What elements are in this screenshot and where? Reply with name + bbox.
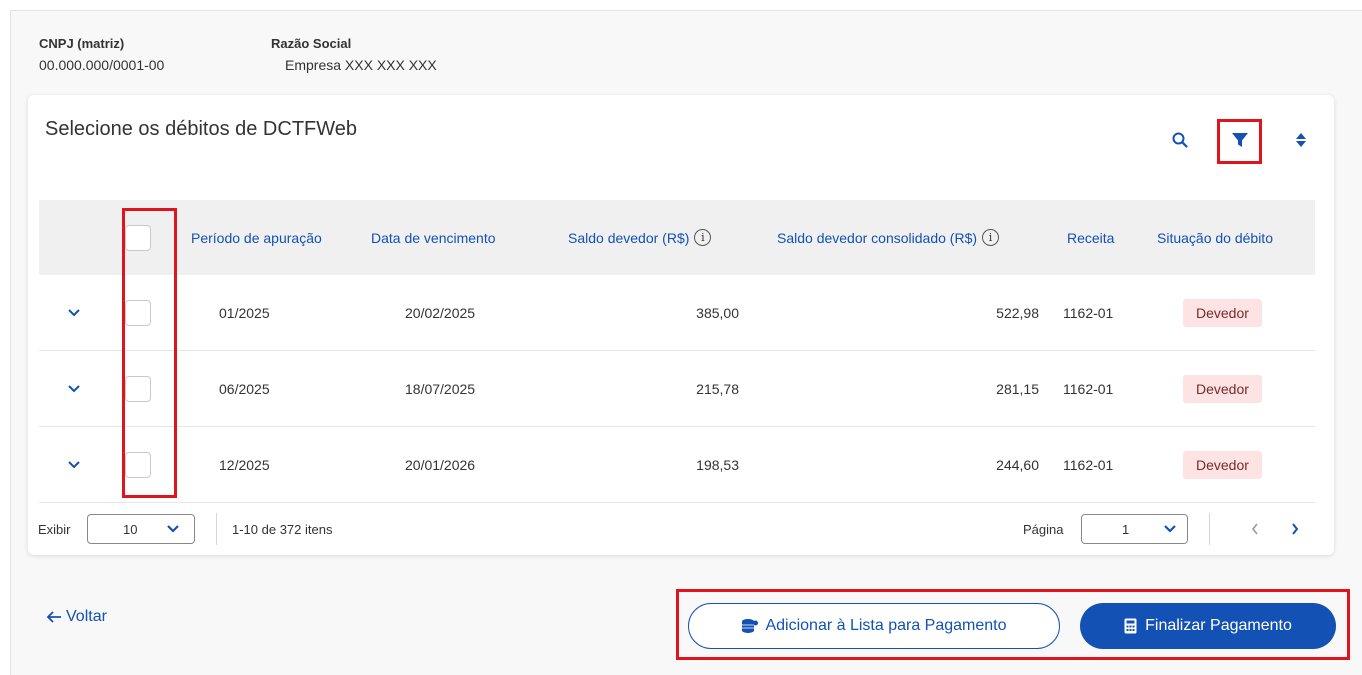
header-saldo-consolidado-label: Saldo devedor consolidado (R$)	[777, 229, 978, 246]
cell-saldo: 215,78	[696, 381, 739, 397]
chevron-down-icon	[68, 461, 80, 469]
header-vencimento[interactable]: Data de vencimento	[371, 200, 496, 275]
sort-button[interactable]	[1288, 127, 1314, 153]
table-row: 12/2025 20/01/2026 198,53 244,60 1162-01…	[39, 427, 1315, 503]
back-label: Voltar	[66, 608, 107, 625]
cell-saldo-consolidado: 281,15	[996, 381, 1039, 397]
expand-row-button[interactable]	[67, 275, 81, 351]
cell-situacao: Devedor	[1183, 351, 1262, 427]
cell-periodo: 06/2025	[219, 381, 270, 397]
chevron-down-icon	[68, 309, 80, 317]
finish-payment-label: Finalizar Pagamento	[1145, 617, 1292, 634]
header-situacao[interactable]: Situação do débito	[1157, 200, 1273, 275]
header-saldo-consolidado[interactable]: Saldo devedor consolidado (R$) i	[777, 200, 1000, 275]
page-number-select[interactable]: 1	[1081, 514, 1188, 544]
table-header: Período de apuração Data de vencimento S…	[39, 200, 1315, 275]
cell-saldo: 198,53	[696, 457, 739, 473]
razao-social-block: Razão Social Empresa XXX XXX XXX	[271, 36, 437, 73]
status-badge: Devedor	[1183, 375, 1262, 403]
sort-icon	[1296, 133, 1306, 147]
debits-card: Selecione os débitos de DCTFWeb Período …	[28, 95, 1334, 555]
info-icon[interactable]: i	[982, 229, 1000, 246]
filter-icon	[1232, 133, 1248, 147]
search-button[interactable]	[1167, 127, 1193, 153]
search-icon	[1172, 132, 1188, 148]
cell-vencimento: 18/07/2025	[405, 381, 476, 397]
row-checkbox[interactable]	[125, 376, 151, 402]
arrow-left-icon	[46, 611, 61, 623]
calculator-icon	[1124, 618, 1137, 634]
card-title: Selecione os débitos de DCTFWeb	[45, 118, 358, 140]
row-select-cell	[125, 351, 151, 427]
status-badge: Devedor	[1183, 451, 1262, 479]
chevron-down-icon	[167, 525, 179, 533]
divider	[1209, 513, 1210, 545]
cnpj-block: CNPJ (matriz) 00.000.000/0001-00	[39, 36, 164, 73]
select-all-cell	[125, 200, 151, 275]
chevron-left-icon	[1251, 523, 1258, 535]
cell-receita: 1162-01	[1063, 381, 1114, 397]
header-saldo[interactable]: Saldo devedor (R$) i	[568, 200, 712, 275]
cell-receita: 1162-01	[1063, 457, 1114, 473]
filter-button[interactable]	[1227, 127, 1253, 153]
back-button[interactable]: Voltar	[46, 608, 107, 626]
pagination-bar: Exibir 10 1-10 de 372 itens Página 1	[28, 503, 1334, 555]
row-select-cell	[125, 275, 151, 351]
add-to-payment-list-button[interactable]: Adicionar à Lista para Pagamento	[688, 603, 1060, 649]
expand-row-button[interactable]	[67, 351, 81, 427]
page-number-value: 1	[1122, 521, 1130, 537]
add-to-payment-list-label: Adicionar à Lista para Pagamento	[765, 617, 1007, 634]
page-size-value: 10	[123, 521, 138, 537]
header-periodo[interactable]: Período de apuração	[191, 200, 322, 275]
row-checkbox[interactable]	[125, 300, 151, 326]
cnpj-value: 00.000.000/0001-00	[39, 57, 165, 73]
cell-vencimento: 20/02/2025	[405, 305, 476, 321]
cell-receita: 1162-01	[1063, 305, 1114, 321]
header-receita[interactable]: Receita	[1067, 200, 1114, 275]
pagina-label: Página	[1023, 521, 1064, 537]
next-page-button[interactable]	[1290, 503, 1300, 555]
row-checkbox[interactable]	[125, 452, 151, 478]
chevron-down-icon	[1164, 525, 1176, 533]
prev-page-button[interactable]	[1250, 503, 1260, 555]
cell-saldo-consolidado: 522,98	[996, 305, 1039, 321]
cell-saldo-consolidado: 244,60	[996, 457, 1039, 473]
range-text: 1-10 de 372 itens	[232, 521, 333, 537]
cell-situacao: Devedor	[1183, 427, 1262, 503]
razao-social-label: Razão Social	[271, 36, 352, 51]
table-row: 01/2025 20/02/2025 385,00 522,98 1162-01…	[39, 275, 1315, 351]
finish-payment-button[interactable]: Finalizar Pagamento	[1080, 603, 1336, 649]
cell-periodo: 12/2025	[219, 457, 270, 473]
row-select-cell	[125, 427, 151, 503]
header-saldo-label: Saldo devedor (R$)	[568, 229, 690, 246]
info-icon[interactable]: i	[694, 229, 712, 246]
cell-saldo: 385,00	[696, 305, 739, 321]
chevron-down-icon	[68, 385, 80, 393]
cell-situacao: Devedor	[1183, 275, 1262, 351]
coins-icon	[742, 619, 759, 633]
cnpj-label: CNPJ (matriz)	[39, 36, 125, 51]
razao-social-value: Empresa XXX XXX XXX	[285, 57, 437, 73]
exibir-label: Exibir	[38, 521, 71, 537]
table-row: 06/2025 18/07/2025 215,78 281,15 1162-01…	[39, 351, 1315, 427]
divider	[216, 513, 217, 545]
page-size-select[interactable]: 10	[87, 514, 195, 544]
cell-vencimento: 20/01/2026	[405, 457, 476, 473]
expand-row-button[interactable]	[67, 427, 81, 503]
select-all-checkbox[interactable]	[125, 224, 151, 251]
cell-periodo: 01/2025	[219, 305, 270, 321]
chevron-right-icon	[1292, 523, 1299, 535]
status-badge: Devedor	[1183, 299, 1262, 327]
